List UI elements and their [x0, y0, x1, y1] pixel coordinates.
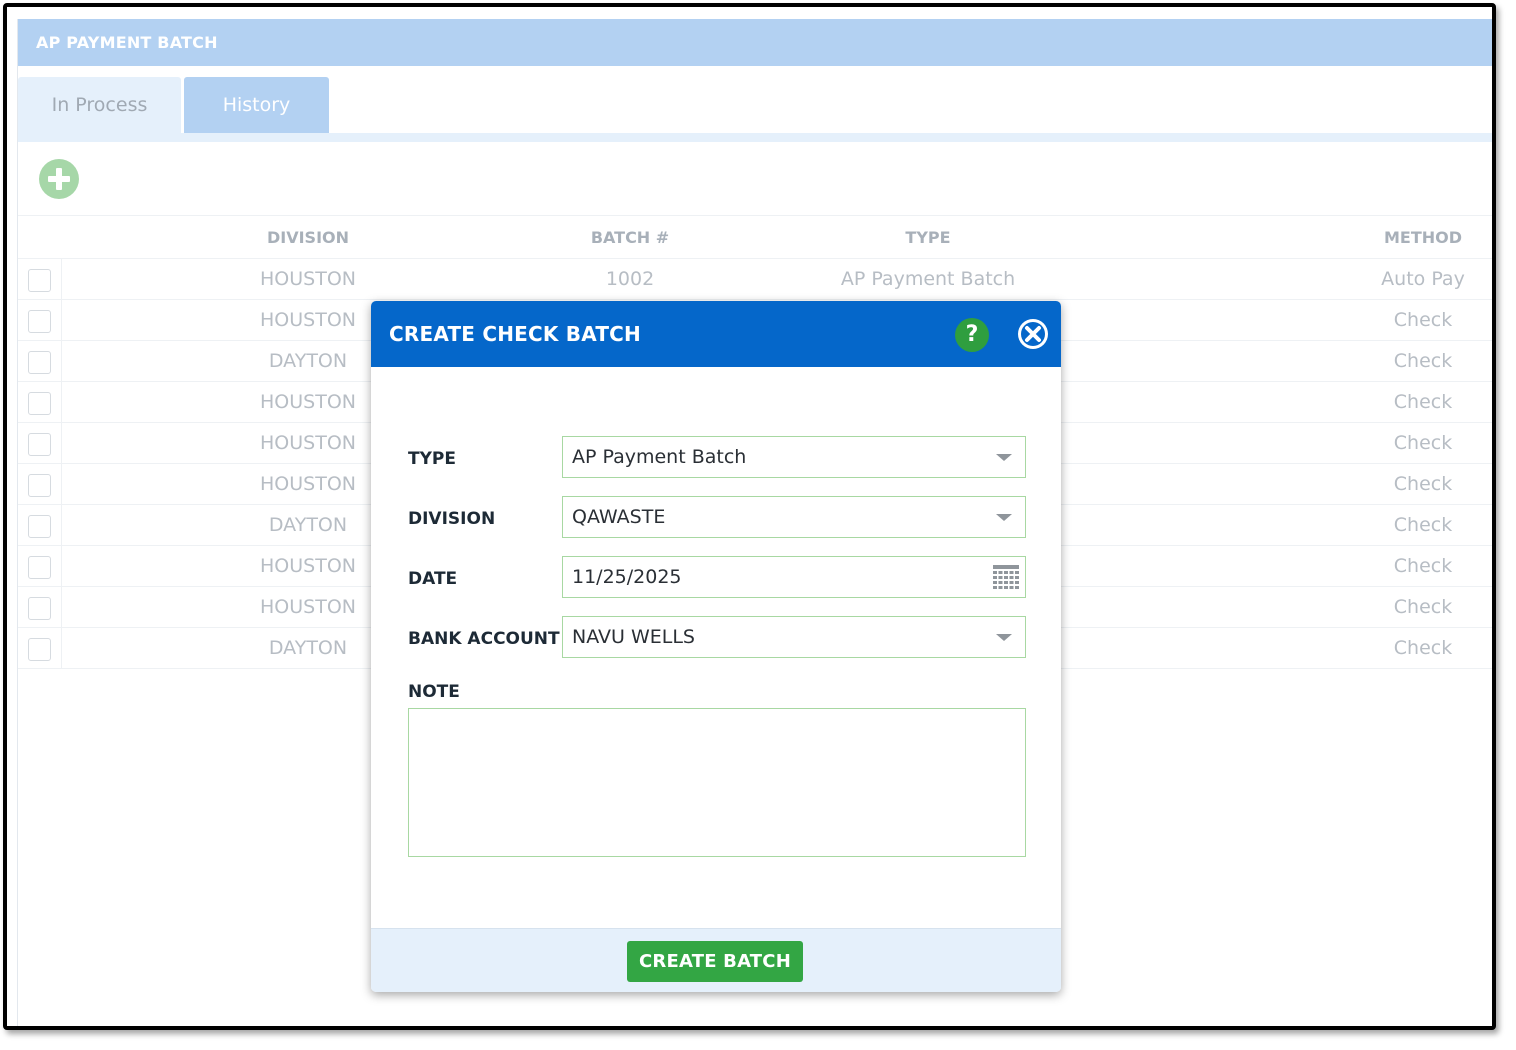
date-label: DATE — [408, 569, 458, 589]
toolbar — [18, 142, 1492, 216]
bank-account-select[interactable]: NAVU WELLS — [562, 616, 1026, 658]
close-button[interactable] — [1016, 317, 1050, 351]
bank-account-label: BANK ACCOUNT — [408, 629, 560, 649]
division-select-value: QAWASTE — [572, 506, 666, 528]
bank-account-select-value: NAVU WELLS — [572, 626, 695, 648]
cell-method: Check — [1393, 350, 1453, 372]
cell-method: Check — [1393, 596, 1453, 618]
add-batch-button[interactable] — [39, 159, 79, 199]
cell-division: HOUSTON — [260, 268, 356, 290]
row-checkbox-cell — [18, 341, 62, 382]
dialog-header: CREATE CHECK BATCH ? — [371, 301, 1061, 367]
row-checkbox-cell — [18, 628, 62, 669]
row-checkbox-cell — [18, 300, 62, 341]
cell-method: Check — [1393, 637, 1453, 659]
division-label: DIVISION — [408, 509, 496, 529]
row-checkbox[interactable] — [28, 638, 51, 661]
type-select[interactable]: AP Payment Batch — [562, 436, 1026, 478]
chevron-down-icon — [996, 514, 1012, 521]
cell-batch: 1002 — [605, 268, 655, 290]
date-field[interactable]: 11/25/2025 — [562, 556, 1026, 598]
row-checkbox[interactable] — [28, 351, 51, 374]
row-checkbox[interactable] — [28, 433, 51, 456]
column-header-method[interactable]: METHOD — [1348, 216, 1492, 259]
row-checkbox[interactable] — [28, 556, 51, 579]
row-checkbox[interactable] — [28, 310, 51, 333]
type-label: TYPE — [408, 449, 456, 469]
chevron-down-icon — [996, 454, 1012, 461]
row-checkbox[interactable] — [28, 392, 51, 415]
type-select-value: AP Payment Batch — [572, 446, 747, 468]
row-checkbox-cell — [18, 546, 62, 587]
row-checkbox-cell — [18, 587, 62, 628]
dialog-footer: CREATE BATCH — [371, 928, 1061, 992]
table-header: DIVISION BATCH # TYPE METHOD — [18, 216, 1492, 259]
tab-in-process[interactable]: In Process — [18, 77, 181, 133]
plus-icon — [48, 168, 70, 190]
cell-method: Check — [1393, 555, 1453, 577]
chevron-down-icon — [996, 634, 1012, 641]
close-icon — [1018, 319, 1048, 349]
cell-method: Check — [1393, 309, 1453, 331]
tab-bar: In Process History — [18, 66, 1492, 142]
note-label: NOTE — [408, 682, 460, 702]
note-textarea[interactable] — [408, 708, 1026, 857]
row-checkbox[interactable] — [28, 269, 51, 292]
app-window-frame: AP PAYMENT BATCH In Process History DIVI… — [3, 3, 1496, 1030]
create-check-batch-dialog: CREATE CHECK BATCH ? TYPE AP Payment Bat… — [371, 301, 1061, 992]
division-select[interactable]: QAWASTE — [562, 496, 1026, 538]
row-checkbox-cell — [18, 464, 62, 505]
row-checkbox-cell — [18, 505, 62, 546]
cell-method: Auto Pay — [1381, 268, 1465, 290]
row-checkbox-cell — [18, 423, 62, 464]
cell-method: Check — [1393, 473, 1453, 495]
page-title: AP PAYMENT BATCH — [18, 19, 1492, 66]
cell-method: Check — [1393, 432, 1453, 454]
cell-method: Check — [1393, 514, 1453, 536]
date-field-value: 11/25/2025 — [572, 566, 682, 588]
row-checkbox-cell — [18, 259, 62, 300]
row-checkbox-cell — [18, 382, 62, 423]
column-header-type[interactable]: TYPE — [808, 216, 1048, 259]
row-checkbox[interactable] — [28, 474, 51, 497]
table-row[interactable]: HOUSTON 1002 AP Payment Batch Auto Pay — [18, 259, 1492, 300]
column-header-batch[interactable]: BATCH # — [530, 216, 730, 259]
column-header-division[interactable]: DIVISION — [208, 216, 408, 259]
dialog-title: CREATE CHECK BATCH — [389, 322, 641, 346]
cell-method: Check — [1393, 391, 1453, 413]
tab-history[interactable]: History — [184, 77, 329, 133]
row-checkbox[interactable] — [28, 597, 51, 620]
create-batch-button[interactable]: CREATE BATCH — [627, 941, 803, 982]
cell-type: AP Payment Batch — [840, 268, 1016, 290]
tab-strip — [18, 133, 1492, 142]
row-checkbox[interactable] — [28, 515, 51, 538]
calendar-icon[interactable] — [992, 564, 1020, 590]
help-button[interactable]: ? — [955, 318, 989, 352]
